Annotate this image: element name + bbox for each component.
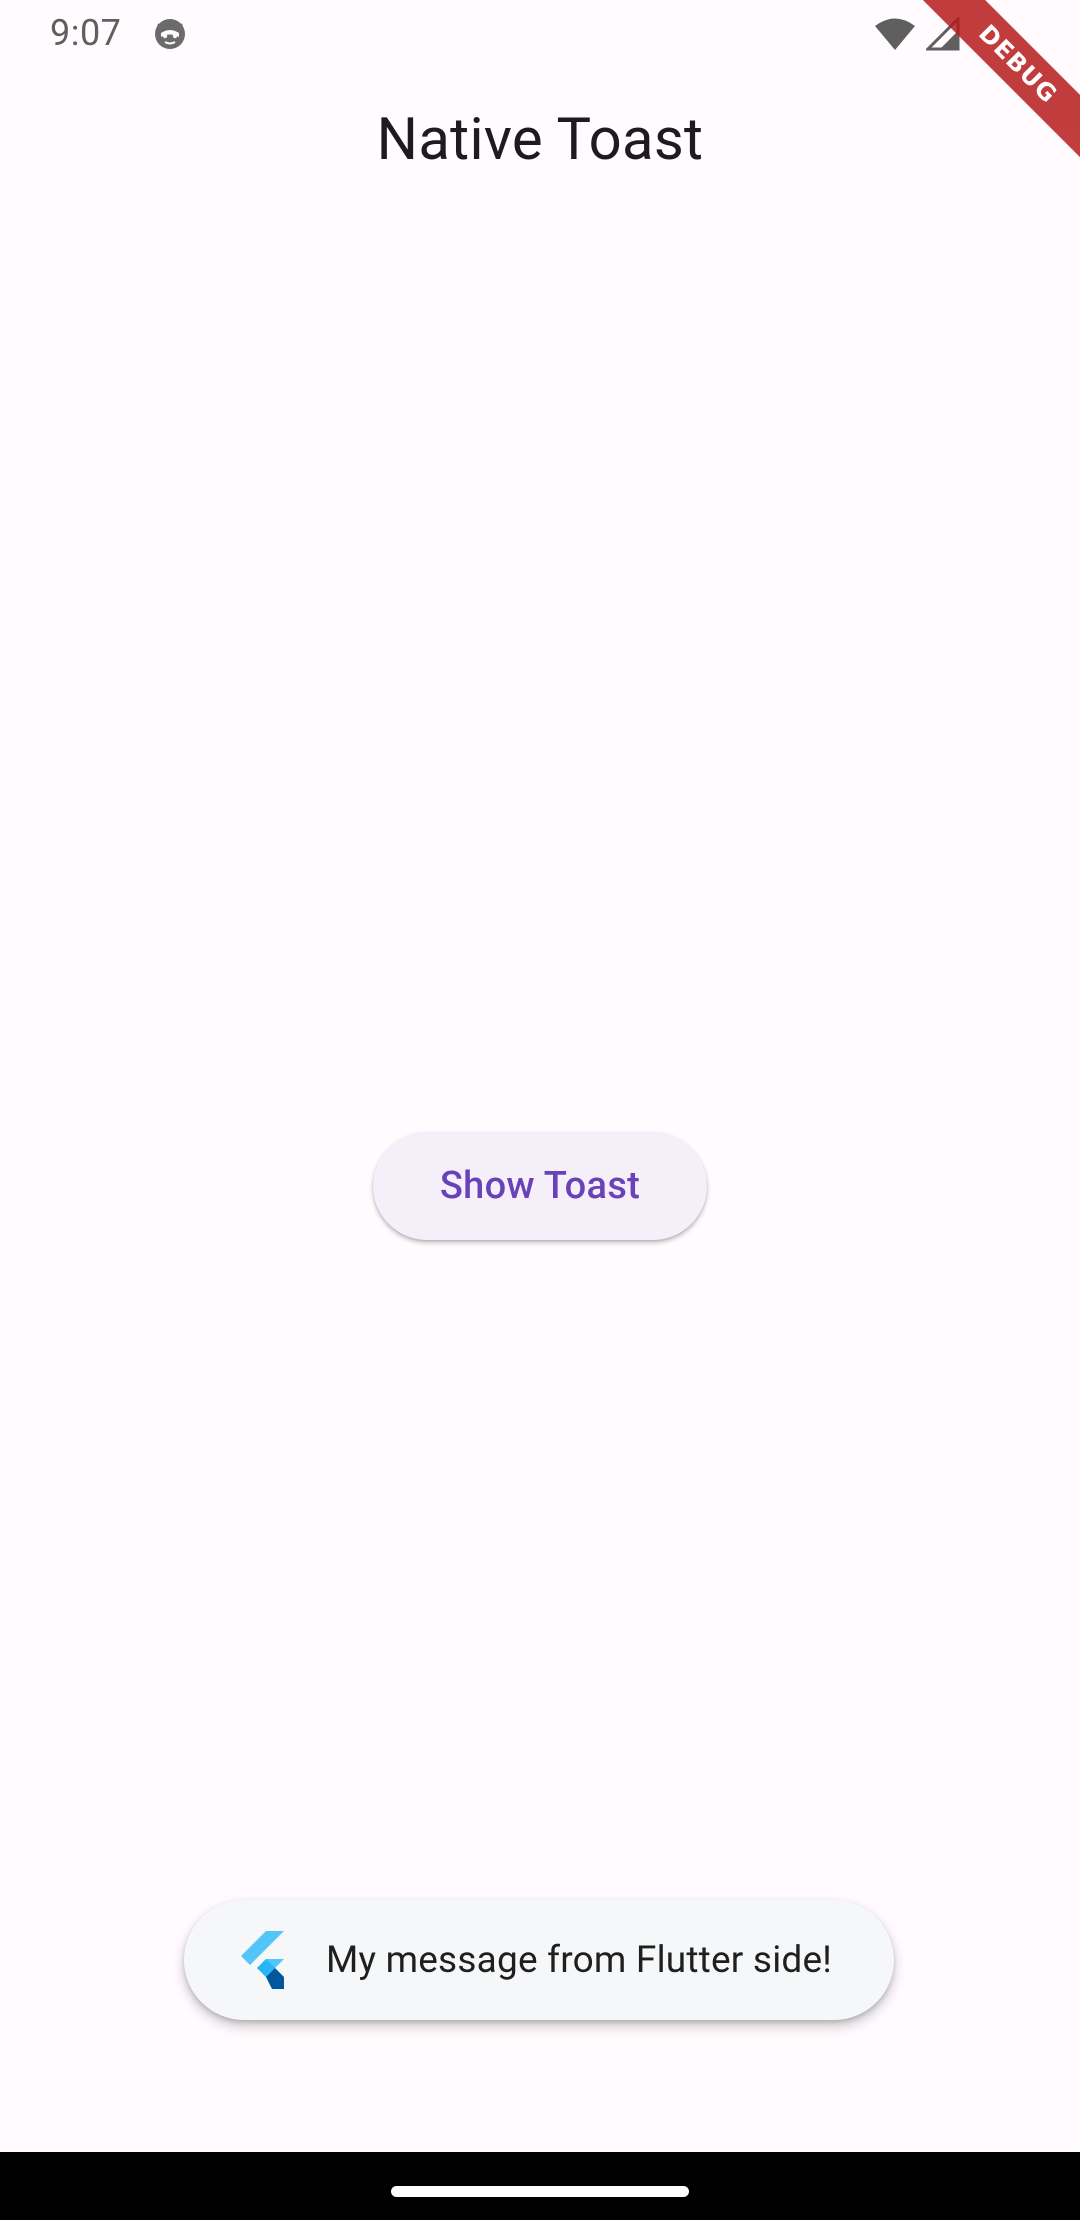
page-title: Native Toast [376,106,704,174]
flutter-logo-icon [236,1929,292,1991]
show-toast-button[interactable]: Show Toast [373,1132,707,1240]
navigation-bar [0,2152,1080,2220]
app-bar: Native Toast [0,66,1080,214]
cellular-signal-icon [926,17,960,51]
home-gesture-handle[interactable] [391,2186,689,2197]
status-icons [874,14,960,54]
wifi-icon [874,17,916,51]
status-time: 9:07 [50,12,122,54]
status-bar: 9:07 [0,0,1080,66]
cat-face-icon [152,15,188,51]
toast-message: My message from Flutter side! [326,1938,833,1982]
toast: My message from Flutter side! [184,1900,894,2020]
